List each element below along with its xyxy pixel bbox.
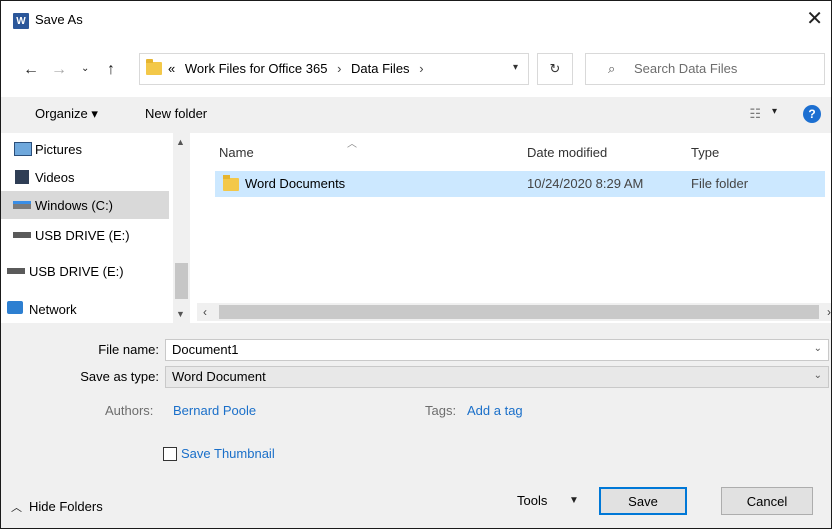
- file-name-label: File name:: [98, 342, 159, 357]
- save-as-dialog: W Save As ✕ ← → ⌄ ↑ « Work Files for Off…: [0, 0, 832, 529]
- forward-arrow-icon[interactable]: →: [51, 61, 67, 79]
- navigation-row: ← → ⌄ ↑ « Work Files for Office 365 › Da…: [1, 41, 831, 97]
- nav-item-network[interactable]: Network: [1, 295, 169, 323]
- nav-item-usb-drive-e-2[interactable]: USB DRIVE (E:): [1, 257, 169, 285]
- nav-item-videos[interactable]: Videos: [1, 163, 169, 191]
- file-name: Word Documents: [245, 176, 346, 191]
- folder-icon: [146, 59, 162, 75]
- help-icon[interactable]: ?: [803, 105, 821, 123]
- address-bar[interactable]: « Work Files for Office 365 › Data Files…: [139, 53, 529, 85]
- word-app-icon: W: [13, 13, 29, 29]
- file-date: 10/24/2020 8:29 AM: [527, 176, 644, 191]
- pictures-icon: [14, 142, 32, 156]
- horizontal-scrollbar[interactable]: ‹ ›: [197, 303, 831, 321]
- file-name-field[interactable]: Document1 ⌄: [165, 339, 829, 361]
- save-as-type-label: Save as type:: [80, 369, 159, 384]
- nav-item-label: USB DRIVE (E:): [29, 263, 124, 279]
- file-row[interactable]: Word Documents 10/24/2020 8:29 AM File f…: [215, 171, 825, 197]
- network-icon: [7, 301, 23, 314]
- file-type: File folder: [691, 176, 749, 191]
- hide-folders-button[interactable]: Hide Folders: [29, 499, 103, 514]
- nav-item-label: Pictures: [35, 141, 82, 157]
- refresh-icon: ↻: [549, 61, 561, 76]
- tools-button[interactable]: Tools: [517, 493, 547, 508]
- breadcrumb-separator-icon[interactable]: ›: [337, 61, 341, 76]
- cancel-button[interactable]: Cancel: [721, 487, 813, 515]
- scroll-down-arrow-icon[interactable]: ▼: [176, 309, 185, 319]
- save-details-panel: File name: Document1 ⌄ Save as type: Wor…: [1, 323, 831, 528]
- breadcrumb-item-work-files[interactable]: Work Files for Office 365: [185, 61, 328, 76]
- scroll-up-arrow-icon[interactable]: ▲: [176, 137, 185, 147]
- nav-item-label: USB DRIVE (E:): [35, 227, 130, 243]
- save-button[interactable]: Save: [599, 487, 687, 515]
- tools-dropdown-icon[interactable]: ▼: [569, 495, 579, 506]
- back-arrow-icon[interactable]: ←: [23, 61, 39, 79]
- save-as-type-value: Word Document: [172, 369, 266, 384]
- navigation-pane: Pictures Videos Windows (C:) USB DRIVE (…: [1, 133, 195, 323]
- column-header-label: Name: [219, 145, 254, 160]
- breadcrumb-separator-icon[interactable]: ›: [419, 61, 423, 76]
- chevron-down-icon[interactable]: ⌄: [814, 370, 822, 381]
- sort-ascending-icon: ︿: [347, 139, 357, 150]
- save-as-type-select[interactable]: Word Document ⌄: [165, 366, 829, 388]
- view-options-icon[interactable]: ☷: [749, 106, 761, 122]
- breadcrumb-item-data-files[interactable]: Data Files: [351, 61, 410, 76]
- refresh-button[interactable]: ↻: [537, 53, 573, 85]
- folder-icon: [223, 175, 239, 191]
- nav-scrollbar[interactable]: ▲ ▼: [173, 133, 190, 323]
- tags-input[interactable]: Add a tag: [467, 403, 523, 418]
- nav-item-label: Videos: [35, 169, 75, 185]
- usb-drive-icon: [7, 268, 25, 274]
- nav-item-label: Windows (C:): [35, 197, 114, 213]
- nav-item-pictures[interactable]: Pictures: [1, 135, 169, 163]
- authors-value[interactable]: Bernard Poole: [173, 403, 256, 418]
- new-folder-button[interactable]: New folder: [145, 106, 207, 121]
- recent-locations-chevron-icon[interactable]: ⌄: [81, 63, 89, 74]
- breadcrumb-overflow[interactable]: «: [168, 61, 175, 76]
- file-name-value: Document1: [172, 342, 239, 357]
- scrollbar-thumb[interactable]: [219, 305, 819, 319]
- nav-item-label: Network: [29, 301, 77, 317]
- save-thumbnail-label[interactable]: Save Thumbnail: [181, 446, 275, 461]
- search-box[interactable]: ⌕ Search Data Files: [585, 53, 825, 85]
- column-header-date-modified[interactable]: Date modified: [527, 145, 607, 160]
- nav-item-windows-c[interactable]: Windows (C:): [1, 191, 169, 219]
- organize-button[interactable]: Organize ▾: [35, 106, 98, 122]
- videos-icon: [15, 170, 29, 184]
- column-header-type[interactable]: Type: [691, 145, 719, 160]
- chevron-down-icon[interactable]: ⌄: [814, 343, 822, 354]
- drive-icon: [13, 201, 31, 209]
- column-header-name[interactable]: Name: [219, 145, 254, 160]
- close-icon[interactable]: ✕: [806, 7, 823, 31]
- address-dropdown-icon[interactable]: ▾: [513, 62, 518, 73]
- file-list: Name ︿ Date modified Type Word Documents…: [197, 133, 831, 323]
- authors-label: Authors:: [105, 403, 154, 418]
- breadcrumb: « Work Files for Office 365 › Data Files…: [168, 61, 430, 76]
- scrollbar-thumb[interactable]: [175, 263, 188, 299]
- scroll-right-arrow-icon[interactable]: ›: [827, 305, 831, 319]
- up-arrow-icon[interactable]: ↑: [107, 61, 115, 79]
- view-dropdown-icon[interactable]: ▾: [772, 106, 777, 117]
- title-bar: W Save As ✕: [1, 1, 831, 41]
- search-input[interactable]: Search Data Files: [634, 61, 737, 76]
- chevron-up-icon[interactable]: ︿: [11, 499, 22, 515]
- save-thumbnail-checkbox[interactable]: [163, 447, 177, 461]
- window-title: Save As: [35, 12, 83, 27]
- scroll-left-arrow-icon[interactable]: ‹: [203, 305, 207, 319]
- command-toolbar: Organize ▾ New folder ☷ ▾ ?: [1, 97, 831, 133]
- usb-drive-icon: [13, 232, 31, 238]
- tags-label: Tags:: [425, 403, 457, 418]
- nav-item-usb-drive-e[interactable]: USB DRIVE (E:): [1, 221, 169, 249]
- search-icon: ⌕: [608, 61, 616, 76]
